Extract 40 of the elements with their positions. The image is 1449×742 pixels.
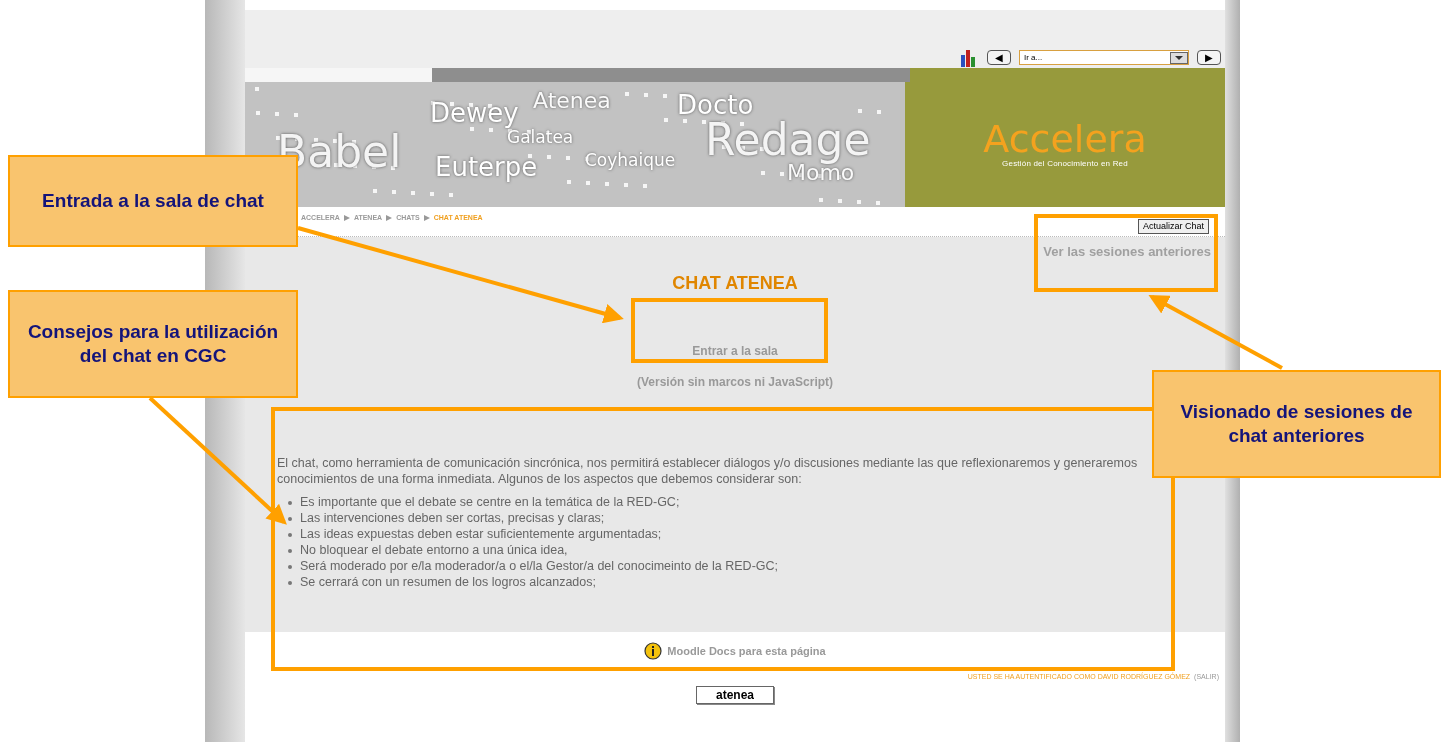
page-title: CHAT ATENEA [672, 271, 798, 295]
breadcrumb-arrow-icon [423, 215, 430, 222]
intro-paragraph: El chat, como herramienta de comunicación sincrónica, nos permitirá establecer diálogos y/o discusiones mediante las que reflexionaremos y generaremos conocimientos de una forma inmediata. Algunos de los aspectos que debemos considerar son: [277, 454, 1139, 487]
refresh-chat-button[interactable]: Actualizar Chat [1137, 219, 1209, 234]
jump-to-select[interactable]: Ir a... [1019, 50, 1189, 65]
previous-button[interactable]: ◀ [987, 50, 1011, 65]
bullet-icon [288, 516, 292, 521]
callout-box: Visionado de sesiones de chat anteriores [1152, 370, 1441, 478]
bullet-icon [288, 500, 292, 505]
dropdown-caret-icon [1170, 51, 1188, 64]
info-icon [644, 642, 663, 660]
callout-box: Entrada a la sala de chat [8, 155, 298, 247]
callout-box: Consejos para la utilización del chat en CGC [8, 290, 298, 398]
bullet-icon [288, 548, 292, 553]
bullet-icon [288, 564, 292, 569]
tip-text: Será moderado por e/la moderador/a o el/la Gestor/a del conocimeinto de la RED-GC; [300, 558, 779, 576]
logo-tagline: Gestión del Conocimiento en Red [1002, 157, 1128, 170]
tip-text: Es importante que el debate se centre en la temática de la RED-GC; [300, 494, 680, 512]
previous-sessions-link[interactable]: Ver las sesiones anteriores [1043, 242, 1211, 262]
tip-text: No bloquear el debate entorno a una única idea, [300, 542, 568, 560]
breadcrumb-arrow-icon [386, 215, 393, 222]
tip-text: Las ideas expuestas deben estar suficientemente argumentadas; [300, 526, 662, 544]
banner-word: Coyhaique [585, 152, 676, 169]
breadcrumb-arrow-icon [343, 215, 350, 222]
logo-text: Accelera [983, 119, 1147, 158]
bullet-icon [288, 580, 292, 585]
bullet-icon [288, 532, 292, 537]
banner-word: Euterpe [435, 154, 538, 180]
banner-word: Redage [705, 118, 871, 162]
course-button[interactable]: atenea [696, 685, 774, 704]
next-button[interactable]: ▶ [1197, 50, 1221, 65]
banner-word: Dewey [430, 100, 519, 126]
no-frames-link[interactable]: (Versión sin marcos ni JavaScript) [636, 372, 834, 391]
tip-text: Se cerrará con un resumen de los logros alcanzados; [300, 574, 596, 592]
moodle-docs-link[interactable]: Moodle Docs para esta página [644, 642, 826, 660]
banner-word: Atenea [533, 90, 611, 112]
banner-word: Docto [677, 92, 754, 118]
tip-text: Las intervenciones deben ser cortas, precisas y claras; [300, 510, 605, 528]
enter-room-link[interactable]: Entrar a la sala [692, 341, 778, 360]
banner-word: Galatea [507, 129, 574, 146]
